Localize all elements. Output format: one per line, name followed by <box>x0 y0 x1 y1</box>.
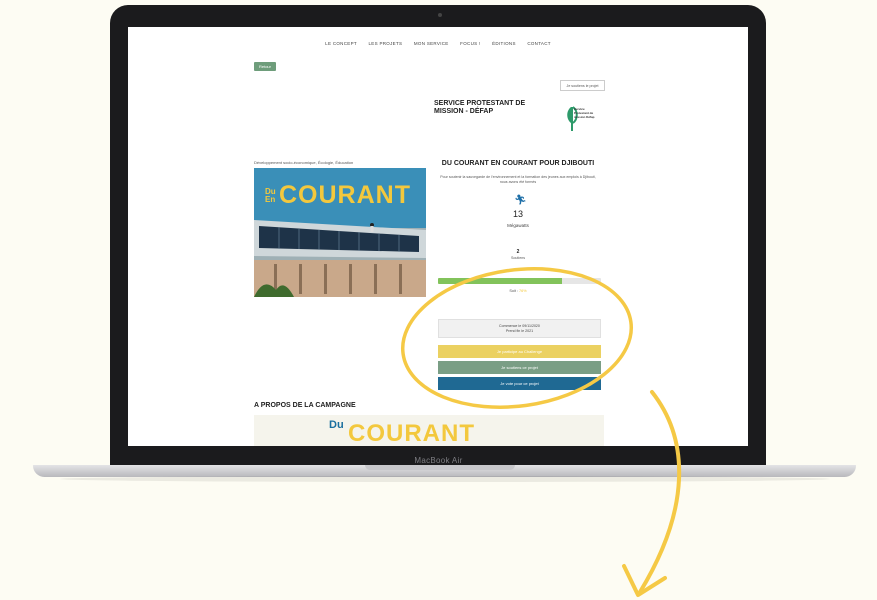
vote-project-button[interactable]: Je vote pour ce projet <box>438 377 601 390</box>
project-title: DU COURANT EN COURANT POUR DJIBOUTI <box>441 160 595 167</box>
stat-label: Mégawatts <box>507 223 529 228</box>
nav-item-focus[interactable]: FOCUS ! <box>460 41 480 46</box>
banner-courant: COURANT <box>348 420 475 446</box>
nav-item-editions[interactable]: ÉDITIONS <box>492 41 516 46</box>
organization-name: SERVICE PROTESTANT DE MISSION - DÉFAP <box>434 100 526 115</box>
funding-progress-fill <box>438 278 562 284</box>
goal-value: 76% <box>519 289 527 293</box>
webcam-icon <box>438 13 442 17</box>
support-project-action-button[interactable]: Je soutiens ce projet <box>438 361 601 374</box>
laptop-base-notch <box>365 465 515 470</box>
about-campaign-banner: Du COURANT <box>254 415 604 446</box>
supporters-label: Soutiens <box>511 256 525 260</box>
project-image: Du En COURANT <box>254 168 426 297</box>
back-button[interactable]: Retour <box>254 62 276 71</box>
organization-logo-text: Service Protestant de mission Défap <box>574 107 595 119</box>
participate-challenge-button[interactable]: Je participe au Challenge <box>438 345 601 358</box>
goal-text: Soit : 76% <box>432 289 604 293</box>
nav-item-projects[interactable]: LES PROJETS <box>369 41 403 46</box>
runner-icon: 🏃︎ <box>514 195 527 206</box>
funding-progress-bar <box>438 278 601 284</box>
banner-du: Du <box>329 419 344 431</box>
laptop-shadow <box>60 476 830 482</box>
nav-item-service[interactable]: MON SERVICE <box>414 41 449 46</box>
arrow-head-icon <box>622 564 667 597</box>
image-caption-en: En <box>265 195 276 204</box>
nav-item-contact[interactable]: CONTACT <box>527 41 551 46</box>
goal-prefix: Soit : <box>509 289 518 293</box>
end-date: Prend fin le 2021 <box>505 329 534 333</box>
top-navigation: LE CONCEPT LES PROJETS MON SERVICE FOCUS… <box>128 41 748 46</box>
stat-count: 13 <box>512 209 523 219</box>
image-caption-courant: COURANT <box>279 181 411 209</box>
laptop-model-label: MacBook Air <box>414 456 463 465</box>
support-project-button[interactable]: Je soutiens le projet <box>560 80 605 91</box>
project-category: Développement socio-économique, Écologie… <box>254 160 354 165</box>
project-description: Pour soutenir la sauvegarde de l'environ… <box>440 175 596 184</box>
campaign-dates: Commence le 09/11/2020 Prend fin le 2021 <box>438 319 601 338</box>
nav-item-concept[interactable]: LE CONCEPT <box>325 41 357 46</box>
laptop-screen: LE CONCEPT LES PROJETS MON SERVICE FOCUS… <box>128 27 748 446</box>
about-campaign-title: A PROPOS DE LA CAMPAGNE <box>254 402 356 409</box>
supporters-count: 2 <box>516 249 520 255</box>
